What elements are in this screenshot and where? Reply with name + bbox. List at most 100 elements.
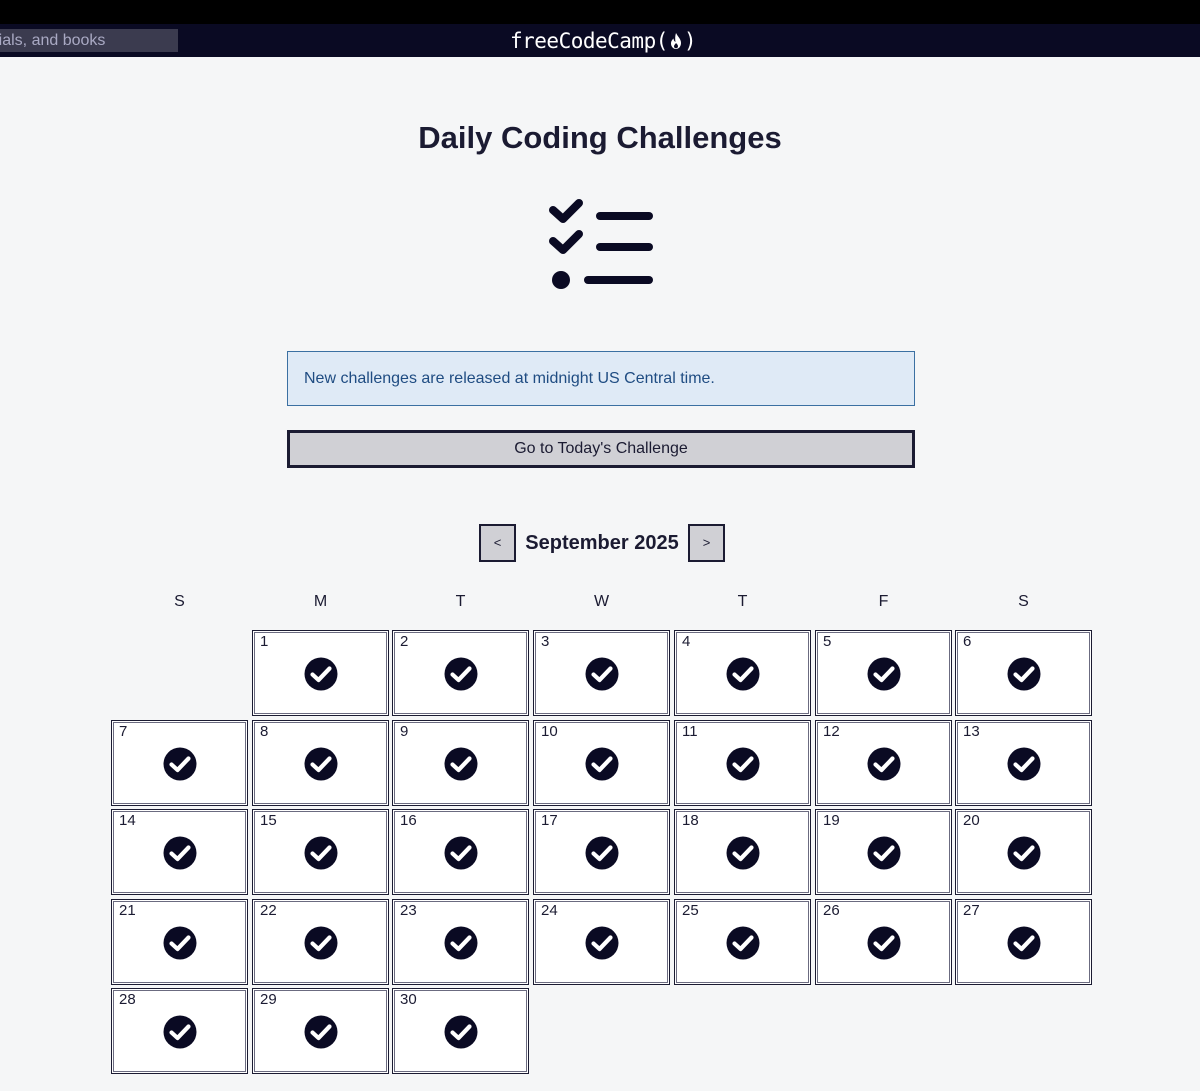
day-number: 18: [682, 812, 699, 829]
day-number: 10: [541, 723, 558, 740]
page-title: Daily Coding Challenges: [418, 120, 782, 155]
calendar-day-14[interactable]: 14: [111, 809, 248, 895]
calendar-day-11[interactable]: 11: [674, 720, 811, 806]
check-circle-icon: [726, 836, 760, 870]
check-circle-icon: [867, 836, 901, 870]
check-circle-icon: [163, 836, 197, 870]
calendar-day-17[interactable]: 17: [533, 809, 670, 895]
weekday-label: S: [1018, 593, 1029, 610]
check-circle-icon: [1007, 836, 1041, 870]
day-number: 13: [963, 723, 980, 740]
weekday-label: M: [313, 593, 328, 610]
day-number: 2: [400, 633, 409, 650]
day-number: 17: [541, 812, 558, 829]
calendar-day-28[interactable]: 28: [111, 988, 248, 1074]
previous-month-button[interactable]: <: [479, 524, 516, 562]
navbar: torials, and books freeCodeCamp( ): [0, 24, 1200, 57]
calendar-day-20[interactable]: 20: [955, 809, 1092, 895]
release-notice: New challenges are released at midnight …: [287, 351, 915, 406]
day-number: 6: [963, 633, 972, 650]
weekday-label: W: [593, 593, 610, 610]
check-circle-icon: [1007, 747, 1041, 781]
day-number: 26: [823, 902, 840, 919]
calendar-day-24[interactable]: 24: [533, 899, 670, 985]
day-number: 25: [682, 902, 699, 919]
check-circle-icon: [163, 747, 197, 781]
checklist-icon: [549, 199, 653, 289]
check-circle-icon: [163, 926, 197, 960]
day-number: 16: [400, 812, 417, 829]
day-number: 30: [400, 991, 417, 1008]
calendar-grid: 1 2 3 4 5 6 7 8 9 10 11 12 13 14 15 16 17 18 19 20 21 22 23 24 2…: [111, 630, 1093, 1075]
day-number: 3: [541, 633, 550, 650]
month-label: September 2025: [525, 532, 679, 554]
calendar-day-19[interactable]: 19: [815, 809, 952, 895]
brand-logo[interactable]: freeCodeCamp( ): [510, 24, 697, 57]
calendar-day-4[interactable]: 4: [674, 630, 811, 716]
day-number: 12: [823, 723, 840, 740]
check-circle-icon: [867, 747, 901, 781]
calendar-day-9[interactable]: 9: [392, 720, 529, 806]
calendar-day-3[interactable]: 3: [533, 630, 670, 716]
check-circle-icon: [1007, 657, 1041, 691]
calendar-day-2[interactable]: 2: [392, 630, 529, 716]
brand-text-right: ): [683, 28, 697, 53]
check-circle-icon: [304, 836, 338, 870]
calendar-day-15[interactable]: 15: [252, 809, 389, 895]
check-circle-icon: [304, 926, 338, 960]
day-number: 7: [119, 723, 128, 740]
go-to-today-button[interactable]: Go to Today's Challenge: [287, 430, 915, 468]
day-number: 19: [823, 812, 840, 829]
weekday-label: F: [878, 593, 889, 610]
day-number: 4: [682, 633, 691, 650]
calendar-day-7[interactable]: 7: [111, 720, 248, 806]
day-number: 15: [260, 812, 277, 829]
calendar-day-8[interactable]: 8: [252, 720, 389, 806]
search-input[interactable]: torials, and books: [0, 29, 178, 52]
day-number: 8: [260, 723, 269, 740]
day-number: 9: [400, 723, 409, 740]
calendar-day-29[interactable]: 29: [252, 988, 389, 1074]
brand-text-left: freeCodeCamp(: [510, 28, 668, 53]
flame-icon: [670, 32, 681, 49]
check-circle-icon: [585, 657, 619, 691]
check-circle-icon: [585, 836, 619, 870]
check-circle-icon: [1007, 926, 1041, 960]
day-number: 20: [963, 812, 980, 829]
check-circle-icon: [444, 926, 478, 960]
calendar-day-12[interactable]: 12: [815, 720, 952, 806]
calendar-day-30[interactable]: 30: [392, 988, 529, 1074]
day-number: 23: [400, 902, 417, 919]
day-number: 5: [823, 633, 832, 650]
calendar-day-22[interactable]: 22: [252, 899, 389, 985]
calendar-day-23[interactable]: 23: [392, 899, 529, 985]
check-circle-icon: [304, 747, 338, 781]
check-circle-icon: [726, 926, 760, 960]
check-circle-icon: [585, 926, 619, 960]
weekday-label: T: [455, 593, 466, 610]
search-input-text: torials, and books: [0, 32, 106, 49]
day-number: 22: [260, 902, 277, 919]
calendar-day-21[interactable]: 21: [111, 899, 248, 985]
check-circle-icon: [444, 1015, 478, 1049]
weekday-header: SMTWTFS: [111, 590, 1093, 614]
check-circle-icon: [726, 747, 760, 781]
calendar-day-25[interactable]: 25: [674, 899, 811, 985]
calendar-day-10[interactable]: 10: [533, 720, 670, 806]
day-number: 24: [541, 902, 558, 919]
calendar-day-5[interactable]: 5: [815, 630, 952, 716]
calendar-day-16[interactable]: 16: [392, 809, 529, 895]
calendar-day-18[interactable]: 18: [674, 809, 811, 895]
next-month-button[interactable]: >: [688, 524, 725, 562]
browser-top-strip: [0, 0, 1200, 24]
check-circle-icon: [867, 657, 901, 691]
calendar-day-1[interactable]: 1: [252, 630, 389, 716]
calendar-day-6[interactable]: 6: [955, 630, 1092, 716]
calendar-day-26[interactable]: 26: [815, 899, 952, 985]
day-number: 28: [119, 991, 136, 1008]
calendar-day-13[interactable]: 13: [955, 720, 1092, 806]
calendar-day-27[interactable]: 27: [955, 899, 1092, 985]
weekday-label: T: [737, 593, 748, 610]
check-circle-icon: [585, 747, 619, 781]
day-number: 11: [682, 723, 698, 740]
